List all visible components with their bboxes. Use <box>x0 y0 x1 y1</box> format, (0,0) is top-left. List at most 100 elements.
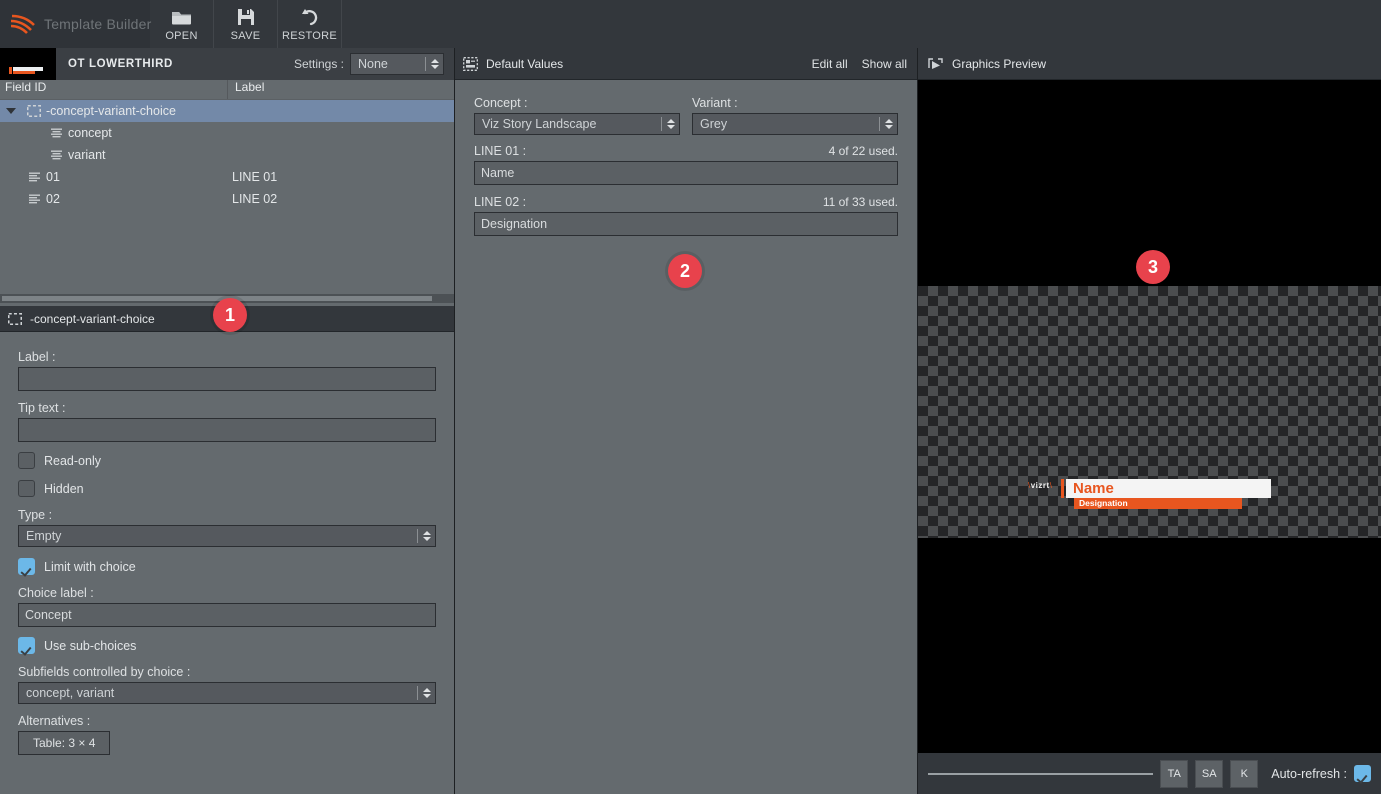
column-header-label[interactable]: Label <box>228 80 454 99</box>
line01-caption-row: LINE 01 : 4 of 22 used. <box>474 144 898 161</box>
use-sub-choices-label: Use sub-choices <box>44 638 137 653</box>
read-only-checkbox[interactable] <box>18 452 35 469</box>
field-tree[interactable]: -concept-variant-choice concept variant … <box>0 100 454 294</box>
choice-label-input[interactable]: Concept <box>18 603 436 627</box>
tree-row[interactable]: 02 LINE 02 <box>0 188 454 210</box>
concept-dropdown[interactable]: Viz Story Landscape <box>474 113 680 135</box>
limit-with-choice-checkbox[interactable] <box>18 558 35 575</box>
hidden-checkbox-row[interactable]: Hidden <box>18 480 436 497</box>
template-builder-window: Template Builder OPEN SAVE RESTORE OT LO… <box>0 0 1381 794</box>
subfields-dropdown[interactable]: concept, variant <box>18 682 436 704</box>
use-sub-choices-checkbox[interactable] <box>18 637 35 654</box>
app-brand: Template Builder <box>0 0 151 48</box>
folder-open-icon <box>171 6 193 28</box>
thumbnail-accent-tick <box>9 67 12 74</box>
overlay-line01-text: Name <box>1073 480 1114 497</box>
template-thumbnail[interactable] <box>0 48 56 80</box>
default-values-title: Default Values <box>486 56 564 71</box>
step-badge-1-number: 1 <box>224 304 235 325</box>
column-header-field-id[interactable]: Field ID <box>0 80 228 99</box>
step-badge-2-number: 2 <box>679 260 690 281</box>
text-lines-icon <box>22 194 46 205</box>
preview-toolbar: TA SA K Auto-refresh : <box>918 753 1381 794</box>
text-lines-icon <box>22 172 46 183</box>
restore-button-label: RESTORE <box>281 30 338 42</box>
label-caption: Label : <box>18 350 56 364</box>
read-only-checkbox-row[interactable]: Read-only <box>18 452 436 469</box>
settings-group: Settings : None <box>294 53 454 75</box>
tree-row[interactable]: -concept-variant-choice <box>0 100 454 122</box>
variant-dropdown[interactable]: Grey <box>692 113 898 135</box>
chevron-updown-icon <box>431 59 439 69</box>
tree-row[interactable]: concept <box>0 122 454 144</box>
lower-third-overlay: \vizrt\ Name Designation <box>1028 479 1273 509</box>
tip-text-caption: Tip text : <box>18 401 66 415</box>
variant-caption: Variant : <box>692 96 738 110</box>
concept-variant-row: Concept : Viz Story Landscape Variant : … <box>474 96 898 135</box>
overlay-line02-text: Designation <box>1079 498 1128 509</box>
step-badge-3: 3 <box>1136 250 1170 284</box>
overlay-brand-text: vizrt <box>1030 481 1050 490</box>
limit-with-choice-row[interactable]: Limit with choice <box>18 558 436 575</box>
stop-animation-button[interactable]: SA <box>1195 759 1224 788</box>
chevron-updown-icon <box>667 119 675 129</box>
tip-text-input[interactable] <box>18 418 436 442</box>
variant-group: Variant : Grey <box>692 96 898 135</box>
restore-button[interactable]: RESTORE <box>278 0 342 48</box>
text-lines-icon <box>44 128 68 139</box>
form-fields-icon <box>463 56 478 71</box>
take-animation-button[interactable]: TA <box>1160 759 1189 788</box>
line02-caption: LINE 02 : <box>474 195 527 209</box>
step-badge-3-number: 3 <box>1147 256 1158 277</box>
line02-caption-row: LINE 02 : 11 of 33 used. <box>474 195 898 212</box>
open-button[interactable]: OPEN <box>150 0 214 48</box>
tree-row-field-id: 02 <box>46 192 60 206</box>
tree-row-field-id: variant <box>68 148 106 162</box>
type-caption: Type : <box>18 508 53 522</box>
line01-usage: 4 of 22 used. <box>828 144 898 158</box>
use-sub-choices-row[interactable]: Use sub-choices <box>18 637 436 654</box>
tree-column-headers: Field ID Label <box>0 80 454 100</box>
tree-row[interactable]: 01 LINE 01 <box>0 166 454 188</box>
tree-row-field-id: 01 <box>46 170 60 184</box>
show-all-link[interactable]: Show all <box>862 57 907 71</box>
auto-refresh-group: Auto-refresh : <box>1271 765 1371 782</box>
chevron-down-icon[interactable] <box>0 108 22 114</box>
overlay-brand-mark: \vizrt\ <box>1028 481 1053 490</box>
undo-arrow-icon <box>300 6 320 28</box>
play-preview-icon <box>928 57 943 71</box>
subfields-dropdown-value: concept, variant <box>26 686 115 700</box>
save-button[interactable]: SAVE <box>214 0 278 48</box>
text-lines-icon <box>44 150 68 161</box>
overlay-designation-bar: Designation <box>1074 498 1242 509</box>
timeline-slider-track <box>928 772 1154 775</box>
graphics-preview-header: Graphics Preview <box>918 48 1381 80</box>
choice-label-caption: Choice label : <box>18 586 94 600</box>
hidden-checkbox[interactable] <box>18 480 35 497</box>
alternatives-table-button[interactable]: Table: 3 × 4 <box>18 731 111 755</box>
thumbnail-designation-bar <box>13 71 35 74</box>
graphics-preview-panel: Graphics Preview TA SA K Auto-refresh : … <box>918 48 1381 794</box>
graphics-preview-title: Graphics Preview <box>952 56 1047 71</box>
settings-dropdown[interactable]: None <box>350 53 444 75</box>
type-dropdown-value: Empty <box>26 529 62 543</box>
auto-refresh-checkbox[interactable] <box>1354 765 1371 782</box>
field-properties-body: Label : Tip text : Read-only Hidden Type… <box>0 332 454 794</box>
tree-row-label: LINE 01 <box>232 170 278 184</box>
default-values-actions: Edit all Show all <box>812 57 907 71</box>
tree-row[interactable]: variant <box>0 144 454 166</box>
scrollbar-thumb[interactable] <box>2 296 432 301</box>
field-tree-panel: OT LOWERTHIRD Settings : None Field ID L… <box>0 48 454 794</box>
type-dropdown[interactable]: Empty <box>18 525 436 547</box>
line02-input[interactable]: Designation <box>474 212 898 236</box>
timeline-slider[interactable] <box>928 765 1154 783</box>
continue-key-button[interactable]: K <box>1230 759 1259 788</box>
vizrt-logo-icon <box>10 13 36 35</box>
read-only-label: Read-only <box>44 453 101 468</box>
label-input[interactable] <box>18 367 436 391</box>
variant-dropdown-value: Grey <box>700 117 728 131</box>
line01-input[interactable]: Name <box>474 161 898 185</box>
line01-caption: LINE 01 : <box>474 144 527 158</box>
default-values-panel: Default Values Edit all Show all Concept… <box>455 48 917 794</box>
edit-all-link[interactable]: Edit all <box>812 57 848 71</box>
